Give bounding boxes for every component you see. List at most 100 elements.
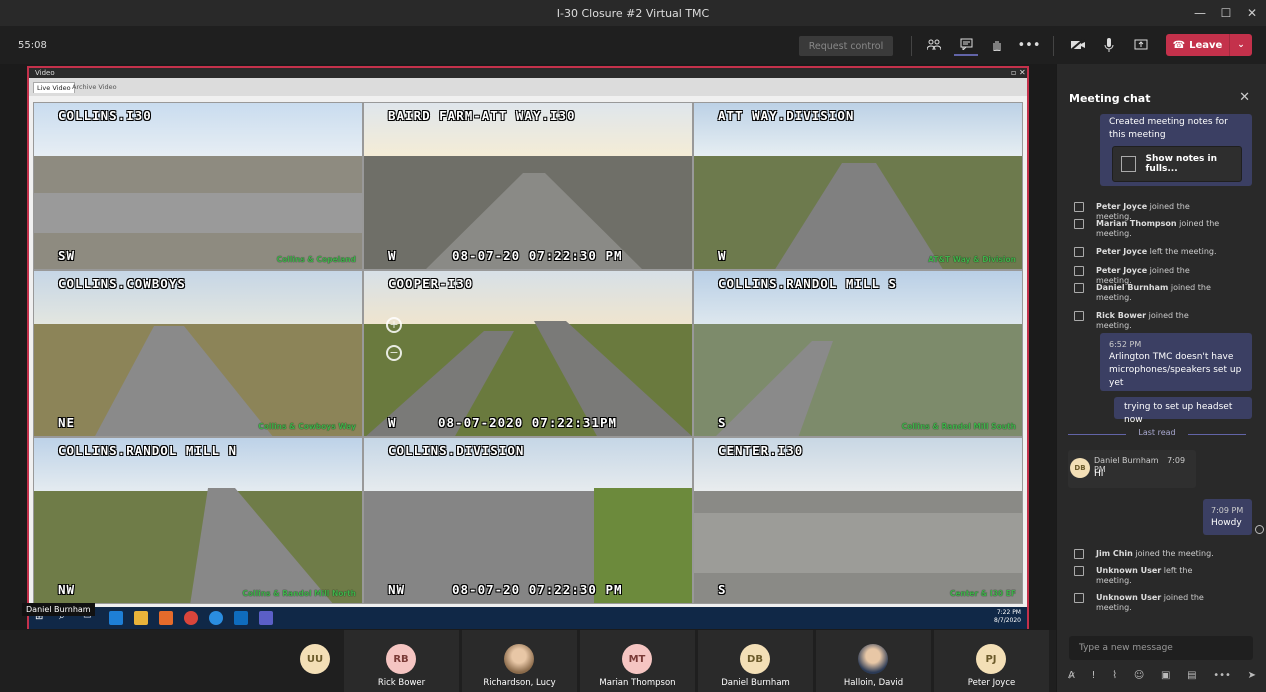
event-icon — [1074, 566, 1084, 576]
taskbar-clock: 7:22 PM 8/7/2020 — [994, 609, 1021, 625]
camera-feed[interactable]: COLLINS.RANDOL MILL S S Collins & Randol… — [693, 270, 1023, 437]
camera-off-icon[interactable] — [1066, 34, 1090, 56]
camera-feed[interactable]: COLLINS.DIVISION NW 08-07-20 07:22:30 PM — [363, 437, 693, 604]
people-icon[interactable] — [922, 34, 946, 56]
chrome-icon[interactable] — [184, 611, 198, 625]
avatar-photo — [504, 644, 534, 674]
camera-feed[interactable]: COLLINS.I30 SW Collins & Copeland — [33, 102, 363, 270]
camera-location: Collins & Copeland — [276, 255, 356, 264]
camera-name: CENTER.I30 — [718, 443, 804, 458]
sender-name: Daniel Burnham — [1094, 456, 1159, 465]
gif-icon[interactable]: ▣ — [1161, 670, 1170, 681]
participant-strip: UU RB Rick Bower Richardson, Lucy MT Mar… — [0, 630, 1056, 692]
file-explorer-icon[interactable] — [134, 611, 148, 625]
emoji-icon[interactable]: ☺ — [1134, 670, 1144, 681]
camera-feed[interactable]: CENTER.I30 S Center & I30 EF — [693, 437, 1023, 604]
show-notes-label: Show notes in fulls... — [1145, 154, 1218, 174]
system-event: Unknown User left the meeting. — [1074, 566, 1224, 586]
participant-tile[interactable]: UU — [285, 630, 345, 692]
show-notes-button[interactable]: Show notes in fulls... — [1112, 146, 1242, 182]
camera-feed[interactable]: BAIRD FARM-ATT WAY.I30 W 08-07-20 07:22:… — [363, 102, 693, 270]
event-name: Daniel Burnham — [1096, 283, 1169, 292]
camera-name: COLLINS.RANDOL MILL S — [718, 276, 898, 291]
my-message: 7:09 PM Howdy — [1203, 499, 1252, 535]
edge-icon[interactable] — [109, 611, 123, 625]
my-message: 6:52 PM Arlington TMC doesn't have micro… — [1100, 333, 1252, 391]
request-control-button[interactable]: Request control — [799, 36, 893, 56]
message-compose-input[interactable]: Type a new message — [1069, 636, 1253, 660]
more-options-icon[interactable]: ••• — [1213, 670, 1231, 681]
event-icon — [1074, 266, 1084, 276]
event-name: Unknown User — [1096, 593, 1162, 602]
camera-feed[interactable]: COLLINS.COWBOYS NE Collins & Cowboys Way — [33, 270, 363, 437]
camera-feed[interactable]: + − COOPER-I30 W 08-07-2020 07:22:31PM — [363, 270, 693, 437]
participant-tile[interactable]: Halloin, David — [816, 630, 931, 692]
camera-timestamp: 08-07-20 07:22:30 PM — [452, 248, 623, 263]
camera-name: BAIRD FARM-ATT WAY.I30 — [388, 108, 576, 123]
event-name: Marian Thompson — [1096, 219, 1177, 228]
participant-tile[interactable]: Richardson, Lucy — [462, 630, 577, 692]
maximize-icon[interactable]: ☐ — [1212, 0, 1240, 26]
system-event: Rick Bower joined the meeting. — [1074, 311, 1224, 331]
video-window-title: Video — [29, 68, 1027, 78]
window-title: I-30 Closure #2 Virtual TMC — [556, 6, 710, 20]
minimize-icon[interactable]: — — [1186, 0, 1214, 26]
system-event: Peter Joyce left the meeting. — [1074, 247, 1224, 257]
camera-name: ATT WAY.DIVISION — [718, 108, 855, 123]
presenter-label: Daniel Burnham — [22, 603, 95, 616]
participant-tile[interactable]: DB Daniel Burnham — [698, 630, 813, 692]
camera-location: Collins & Cowboys Way — [258, 422, 356, 431]
zoom-in-icon[interactable]: + — [386, 317, 402, 333]
camera-timestamp: 08-07-2020 07:22:31PM — [438, 415, 618, 430]
toolbar-divider — [911, 36, 912, 56]
leave-dropdown-chevron-icon[interactable]: ⌄ — [1230, 40, 1252, 50]
important-icon[interactable]: ! — [1092, 670, 1096, 681]
mic-icon[interactable] — [1097, 34, 1121, 56]
share-tray-icon[interactable] — [1129, 34, 1153, 56]
send-icon[interactable]: ➤ — [1248, 670, 1256, 681]
participant-tile[interactable]: MT Marian Thompson — [580, 630, 695, 692]
last-read-label: Last read — [1138, 428, 1176, 437]
camera-timestamp: 08-07-20 07:22:30 PM — [452, 582, 623, 597]
event-icon — [1074, 593, 1084, 603]
chat-icon[interactable] — [954, 34, 978, 56]
participant-name: Richardson, Lucy — [483, 678, 556, 688]
avatar: PJ — [976, 644, 1006, 674]
camera-direction: W — [388, 248, 397, 263]
video-close-icon[interactable]: ✕ — [1019, 68, 1026, 78]
edge-chromium-icon[interactable] — [209, 611, 223, 625]
camera-direction: SW — [58, 248, 76, 263]
event-icon — [1074, 247, 1084, 257]
avatar: MT — [622, 644, 652, 674]
message-time: 7:09 PM — [1211, 506, 1244, 515]
teams-icon[interactable] — [259, 611, 273, 625]
attach-icon[interactable]: ⌇ — [1112, 670, 1117, 681]
camera-location: Collins & Randol Mill North — [242, 589, 356, 598]
restore-icon[interactable]: ▫ — [1011, 68, 1016, 78]
shared-content-stage: Video ▫ ✕ Live Video Archive Video COLLI… — [0, 64, 1056, 630]
outlook-icon[interactable] — [234, 611, 248, 625]
event-icon — [1074, 311, 1084, 321]
close-chat-icon[interactable]: ✕ — [1239, 90, 1250, 105]
leave-main[interactable]: ☎ Leave — [1166, 34, 1230, 56]
camera-feed[interactable]: COLLINS.RANDOL MILL N NW Collins & Rando… — [33, 437, 363, 604]
leave-button[interactable]: ☎ Leave ⌄ — [1166, 34, 1252, 56]
app-icon[interactable] — [159, 611, 173, 625]
more-icon[interactable]: ••• — [1017, 34, 1041, 56]
camera-name: COLLINS.COWBOYS — [58, 276, 186, 291]
close-window-icon[interactable]: ✕ — [1238, 0, 1266, 26]
participant-tile[interactable]: RB Rick Bower — [344, 630, 459, 692]
sticker-icon[interactable]: ▤ — [1187, 670, 1196, 681]
message-text: Arlington TMC doesn't have microphones/s… — [1109, 352, 1242, 388]
raise-hand-icon[interactable] — [985, 34, 1009, 56]
zoom-out-icon[interactable]: − — [386, 345, 402, 361]
camera-feed[interactable]: ATT WAY.DIVISION W AT&T Way & Division — [693, 102, 1023, 270]
camera-direction: W — [718, 248, 727, 263]
participant-name: Marian Thompson — [599, 678, 676, 688]
event-name: Peter Joyce — [1096, 202, 1148, 211]
tab-archive-video[interactable]: Archive Video — [69, 82, 120, 92]
camera-grid: COLLINS.I30 SW Collins & Copeland BAIRD … — [33, 102, 1023, 604]
format-icon[interactable]: A̷ — [1068, 670, 1075, 681]
camera-name: COLLINS.I30 — [58, 108, 152, 123]
participant-tile[interactable]: PJ Peter Joyce — [934, 630, 1049, 692]
